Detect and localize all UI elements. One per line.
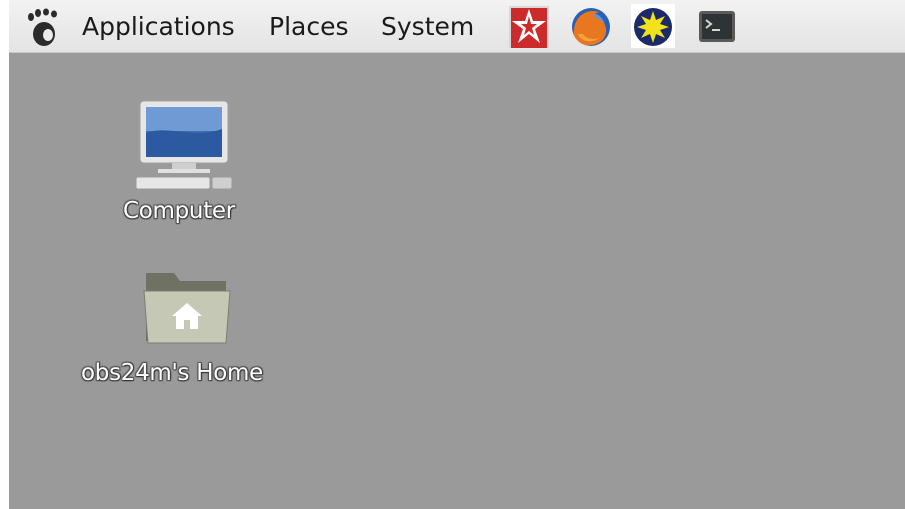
- desktop-icon-label: obs24m's Home: [81, 360, 263, 386]
- desktop-icon-label: Computer: [123, 198, 235, 224]
- top-panel: Applications Places System: [9, 0, 905, 53]
- terminal-icon[interactable]: [695, 4, 739, 48]
- computer-icon: [136, 100, 232, 190]
- screen: Applications Places System Computer obs2…: [0, 0, 905, 509]
- desktop-icon-home[interactable]: obs24m's Home: [9, 253, 309, 403]
- menu-system[interactable]: System: [377, 10, 478, 44]
- zagreb-launcher-icon[interactable]: [507, 4, 551, 48]
- menu-places[interactable]: Places: [265, 10, 353, 44]
- menu-applications[interactable]: Applications: [78, 10, 239, 44]
- home-folder-icon: [143, 273, 231, 344]
- ds9-icon[interactable]: [631, 4, 675, 48]
- firefox-icon[interactable]: [569, 4, 613, 48]
- gnome-foot-icon[interactable]: [25, 8, 61, 48]
- desktop: Computer obs24m's Home: [9, 53, 905, 509]
- desktop-icon-computer[interactable]: Computer: [9, 53, 235, 243]
